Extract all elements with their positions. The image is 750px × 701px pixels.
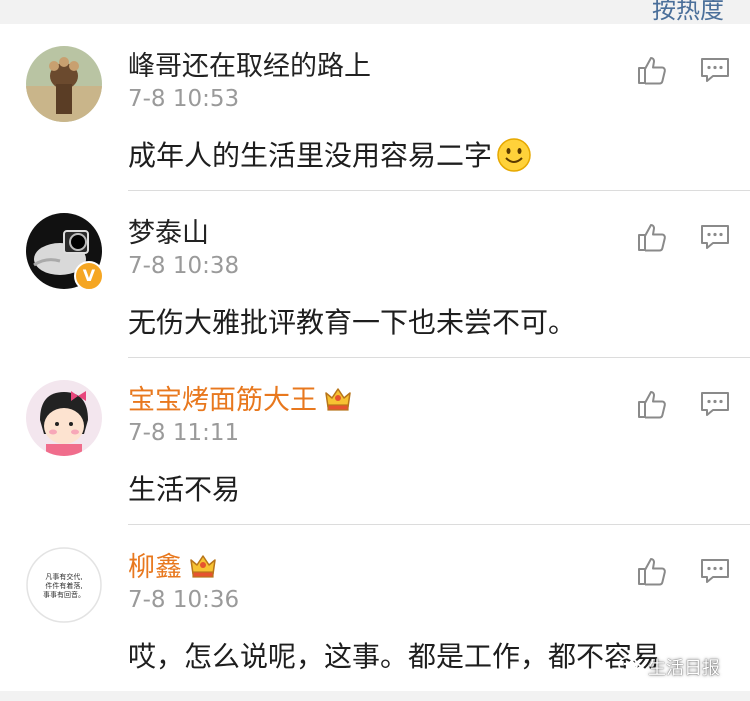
comment-item: 峰哥还在取经的路上 7-8 10:53 成年人的生活里没用容易二字 xyxy=(0,24,750,191)
commenter-name[interactable]: 宝宝烤面筋大王 xyxy=(128,378,353,420)
commenter-name[interactable]: 梦泰山 xyxy=(128,211,209,250)
avatar[interactable] xyxy=(26,46,102,122)
top-bar: 按热度 xyxy=(0,0,750,24)
comment-time: 7-8 11:11 xyxy=(128,420,240,446)
watermark: 生活日报 xyxy=(618,654,720,683)
reply-icon[interactable] xyxy=(700,223,730,251)
reply-icon[interactable] xyxy=(700,56,730,84)
avatar-line-1: 凡事有交代, xyxy=(45,572,82,581)
comment-list: 峰哥还在取经的路上 7-8 10:53 成年人的生活里没用容易二字 V 梦泰山 … xyxy=(0,24,750,691)
comment-text: 生活不易 xyxy=(128,473,241,506)
watermark-text: 生活日报 xyxy=(648,658,720,679)
commenter-name-text: 宝宝烤面筋大王 xyxy=(128,385,317,416)
avatar[interactable]: 凡事有交代, 件件有着落, 事事有回音。 xyxy=(26,547,102,623)
avatar-line-2: 件件有着落, xyxy=(45,581,82,590)
comment-time: 7-8 10:36 xyxy=(128,587,240,613)
sort-toggle[interactable]: 按热度 xyxy=(652,0,724,25)
avatar[interactable]: V xyxy=(26,213,104,291)
comment-text: 无伤大雅批评教育一下也未尝不可。 xyxy=(128,306,577,339)
smile-emoji-icon xyxy=(496,137,532,180)
comment-item: V 梦泰山 7-8 10:38 无伤大雅批评教育一下也未尝不可。 xyxy=(0,191,750,358)
bottom-bar xyxy=(0,691,750,701)
verified-badge-icon: V xyxy=(74,261,104,291)
comment-item: 宝宝烤面筋大王 7-8 11:11 生活不易 xyxy=(0,358,750,525)
like-icon[interactable] xyxy=(636,555,668,587)
commenter-name[interactable]: 柳鑫 xyxy=(128,545,218,587)
comment-text: 哎，怎么说呢，这事。都是工作，都不容易 xyxy=(128,640,661,673)
comment-text-content: 成年人的生活里没用容易二字 xyxy=(128,139,493,172)
avatar-line-3: 事事有回音。 xyxy=(43,590,85,599)
like-icon[interactable] xyxy=(636,388,668,420)
comment-time: 7-8 10:38 xyxy=(128,253,240,279)
vip-crown-icon xyxy=(188,550,218,587)
comment-time: 7-8 10:53 xyxy=(128,86,240,112)
reply-icon[interactable] xyxy=(700,557,730,585)
commenter-name-text: 柳鑫 xyxy=(128,552,182,583)
like-icon[interactable] xyxy=(636,221,668,253)
vip-crown-icon xyxy=(323,383,353,420)
wechat-icon xyxy=(618,656,644,683)
comment-text: 成年人的生活里没用容易二字 xyxy=(128,134,532,180)
reply-icon[interactable] xyxy=(700,390,730,418)
avatar[interactable] xyxy=(26,380,102,456)
commenter-name[interactable]: 峰哥还在取经的路上 xyxy=(128,44,371,83)
like-icon[interactable] xyxy=(636,54,668,86)
